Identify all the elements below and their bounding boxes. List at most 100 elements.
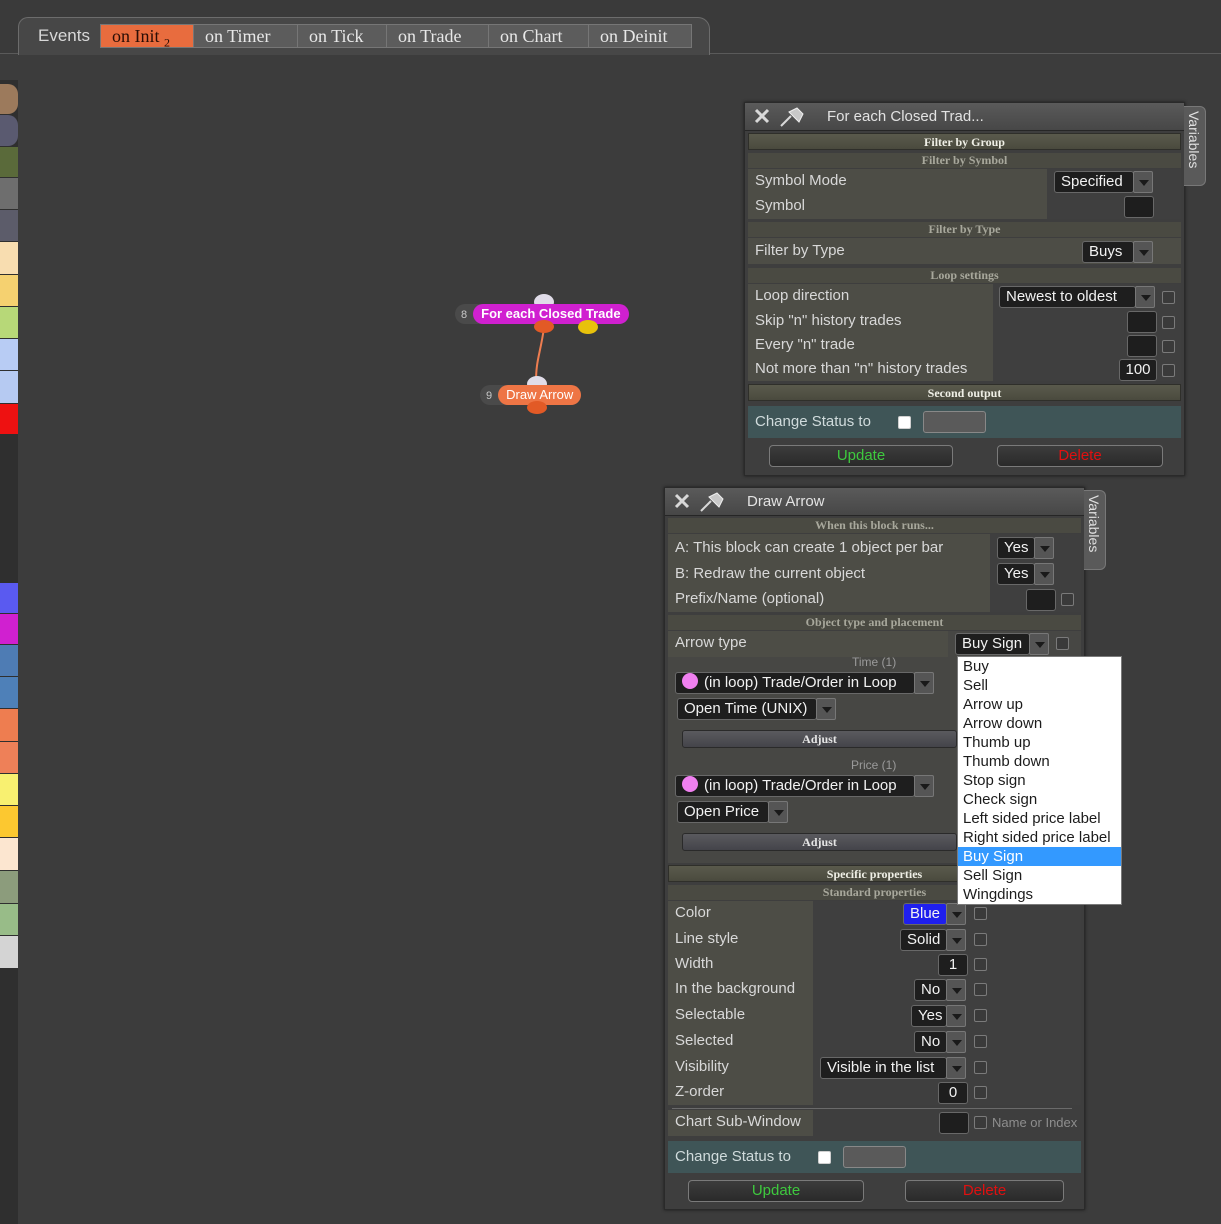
line-style-checkbox[interactable] <box>974 933 987 946</box>
panel2-delete-button[interactable]: Delete <box>905 1180 1064 1202</box>
arrow-type-option[interactable]: Wingdings <box>958 885 1121 904</box>
panel2-change-status-checkbox[interactable] <box>818 1151 831 1164</box>
symbol-label: Symbol <box>755 197 806 214</box>
color-dropdown-arrow[interactable] <box>946 903 966 925</box>
arrow-type-option[interactable]: Thumb down <box>958 752 1121 771</box>
panel2-change-status-input[interactable] <box>843 1146 906 1168</box>
time-source-select[interactable]: (in loop) Trade/Order in Loop <box>675 672 915 694</box>
sub-window-divider <box>672 1108 1072 1109</box>
z-order-checkbox[interactable] <box>974 1086 987 1099</box>
skip-n-history-input[interactable] <box>1127 311 1157 333</box>
panel1-variables-tab[interactable]: Variables <box>1184 106 1206 186</box>
arrow-type-option[interactable]: Arrow up <box>958 695 1121 714</box>
node-8-output-port[interactable] <box>534 320 554 333</box>
in-background-checkbox[interactable] <box>974 983 987 996</box>
selected-select[interactable]: No <box>914 1031 947 1053</box>
price-source-dropdown-arrow[interactable] <box>914 775 934 797</box>
width-input[interactable]: 1 <box>938 954 968 976</box>
arrow-type-option[interactable]: Thumb up <box>958 733 1121 752</box>
name-or-index-checkbox[interactable] <box>974 1116 987 1129</box>
panel1-change-status-input[interactable] <box>923 411 986 433</box>
width-label: Width <box>675 955 714 972</box>
price-field-dropdown-arrow[interactable] <box>768 801 788 823</box>
chart-sub-window-input[interactable] <box>939 1112 969 1134</box>
price-source-select[interactable]: (in loop) Trade/Order in Loop <box>675 775 915 797</box>
selectable-dropdown-arrow[interactable] <box>946 1005 966 1027</box>
visibility-dropdown-arrow[interactable] <box>946 1057 966 1079</box>
visibility-checkbox[interactable] <box>974 1061 987 1074</box>
loop-settings-header: Loop settings <box>748 268 1181 283</box>
node-8-second-output-port[interactable] <box>578 320 598 334</box>
z-order-input[interactable]: 0 <box>938 1082 968 1104</box>
panel1-update-button[interactable]: Update <box>769 445 953 467</box>
arrow-type-option[interactable]: Right sided price label <box>958 828 1121 847</box>
close-icon[interactable] <box>753 107 771 125</box>
arrow-type-select[interactable]: Buy Sign <box>955 633 1030 655</box>
panel1-titlebar[interactable]: For each Closed Trad... <box>745 103 1184 131</box>
in-background-dropdown-arrow[interactable] <box>946 979 966 1001</box>
arrow-type-checkbox[interactable] <box>1056 637 1069 650</box>
pin-icon[interactable] <box>777 106 807 128</box>
a-create-object-select[interactable]: Yes <box>997 537 1035 559</box>
arrow-type-dropdown-arrow[interactable] <box>1029 633 1049 655</box>
panel2-update-button[interactable]: Update <box>688 1180 864 1202</box>
arrow-type-option[interactable]: Buy <box>958 657 1121 676</box>
panel1-title: For each Closed Trad... <box>827 108 984 125</box>
filter-by-type-header: Filter by Type <box>748 222 1181 237</box>
panel2-titlebar[interactable]: Draw Arrow <box>665 488 1084 516</box>
time-field-dropdown-arrow[interactable] <box>816 698 836 720</box>
in-background-select[interactable]: No <box>914 979 947 1001</box>
selected-checkbox[interactable] <box>974 1035 987 1048</box>
loop-direction-checkbox[interactable] <box>1162 291 1175 304</box>
close-icon[interactable] <box>673 492 691 510</box>
not-more-than-input[interactable]: 100 <box>1119 359 1157 381</box>
time-adjust-button[interactable]: Adjust <box>682 730 957 748</box>
color-checkbox[interactable] <box>974 907 987 920</box>
panel2-title: Draw Arrow <box>747 493 825 510</box>
visibility-select[interactable]: Visible in the list <box>820 1057 947 1079</box>
symbol-input[interactable] <box>1124 196 1154 218</box>
price-field-select[interactable]: Open Price <box>677 801 769 823</box>
not-more-than-checkbox[interactable] <box>1162 364 1175 377</box>
filter-by-type-select[interactable]: Buys <box>1082 241 1134 263</box>
arrow-type-option[interactable]: Buy Sign <box>958 847 1121 866</box>
every-n-trade-input[interactable] <box>1127 335 1157 357</box>
price-1-label: Price (1) <box>851 758 897 772</box>
b-redraw-select[interactable]: Yes <box>997 563 1035 585</box>
symbol-mode-dropdown-arrow[interactable] <box>1133 171 1153 193</box>
width-checkbox[interactable] <box>974 958 987 971</box>
selected-dropdown-arrow[interactable] <box>946 1031 966 1053</box>
a-create-object-dropdown-arrow[interactable] <box>1034 537 1054 559</box>
selectable-select[interactable]: Yes <box>911 1005 947 1027</box>
prefix-name-checkbox[interactable] <box>1061 593 1074 606</box>
line-style-dropdown-arrow[interactable] <box>946 929 966 951</box>
time-source-dropdown-arrow[interactable] <box>914 672 934 694</box>
panel1-change-status-checkbox[interactable] <box>898 416 911 429</box>
prefix-name-input[interactable] <box>1026 589 1056 611</box>
arrow-type-option[interactable]: Left sided price label <box>958 809 1121 828</box>
symbol-mode-select[interactable]: Specified <box>1054 171 1134 193</box>
time-field-select[interactable]: Open Time (UNIX) <box>677 698 817 720</box>
arrow-type-option[interactable]: Sell <box>958 676 1121 695</box>
loop-direction-dropdown-arrow[interactable] <box>1135 286 1155 308</box>
filter-by-type-dropdown-arrow[interactable] <box>1133 241 1153 263</box>
line-style-select[interactable]: Solid <box>900 929 947 951</box>
arrow-type-option[interactable]: Check sign <box>958 790 1121 809</box>
skip-n-history-checkbox[interactable] <box>1162 316 1175 329</box>
every-n-trade-checkbox[interactable] <box>1162 340 1175 353</box>
arrow-type-option[interactable]: Stop sign <box>958 771 1121 790</box>
price-adjust-button[interactable]: Adjust <box>682 833 957 851</box>
panel1-delete-button[interactable]: Delete <box>997 445 1163 467</box>
arrow-type-option[interactable]: Sell Sign <box>958 866 1121 885</box>
line-style-label: Line style <box>675 930 739 947</box>
panel2-variables-tab[interactable]: Variables <box>1084 490 1106 570</box>
not-more-than-label: Not more than "n" history trades <box>755 360 968 377</box>
node-9-output-port[interactable] <box>527 401 547 414</box>
color-select[interactable]: Blue <box>903 903 947 925</box>
selectable-checkbox[interactable] <box>974 1009 987 1022</box>
loop-direction-select[interactable]: Newest to oldest <box>999 286 1136 308</box>
visibility-label: Visibility <box>675 1058 729 1075</box>
arrow-type-option[interactable]: Arrow down <box>958 714 1121 733</box>
b-redraw-dropdown-arrow[interactable] <box>1034 563 1054 585</box>
pin-icon[interactable] <box>697 491 727 513</box>
